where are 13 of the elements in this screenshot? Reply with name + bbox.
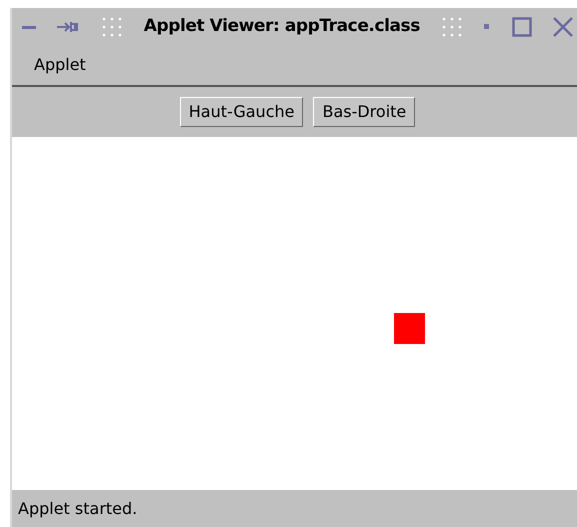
drawn-square: [394, 313, 425, 344]
grip-icon: [441, 16, 464, 38]
menu-item[interactable]: Applet: [34, 53, 86, 77]
shade-icon[interactable]: [484, 24, 490, 30]
push-button[interactable]: Haut-Gauche: [180, 97, 304, 127]
status-text: Applet started.: [18, 498, 138, 520]
close-icon[interactable]: [552, 16, 573, 36]
push-button[interactable]: Bas-Droite: [313, 97, 416, 127]
minimize-icon[interactable]: [22, 24, 36, 30]
maximize-icon[interactable]: [512, 16, 532, 36]
grip-icon: [100, 16, 122, 38]
pin-icon[interactable]: [57, 20, 80, 32]
window-title: Applet Viewer: appTrace.class: [144, 14, 420, 38]
